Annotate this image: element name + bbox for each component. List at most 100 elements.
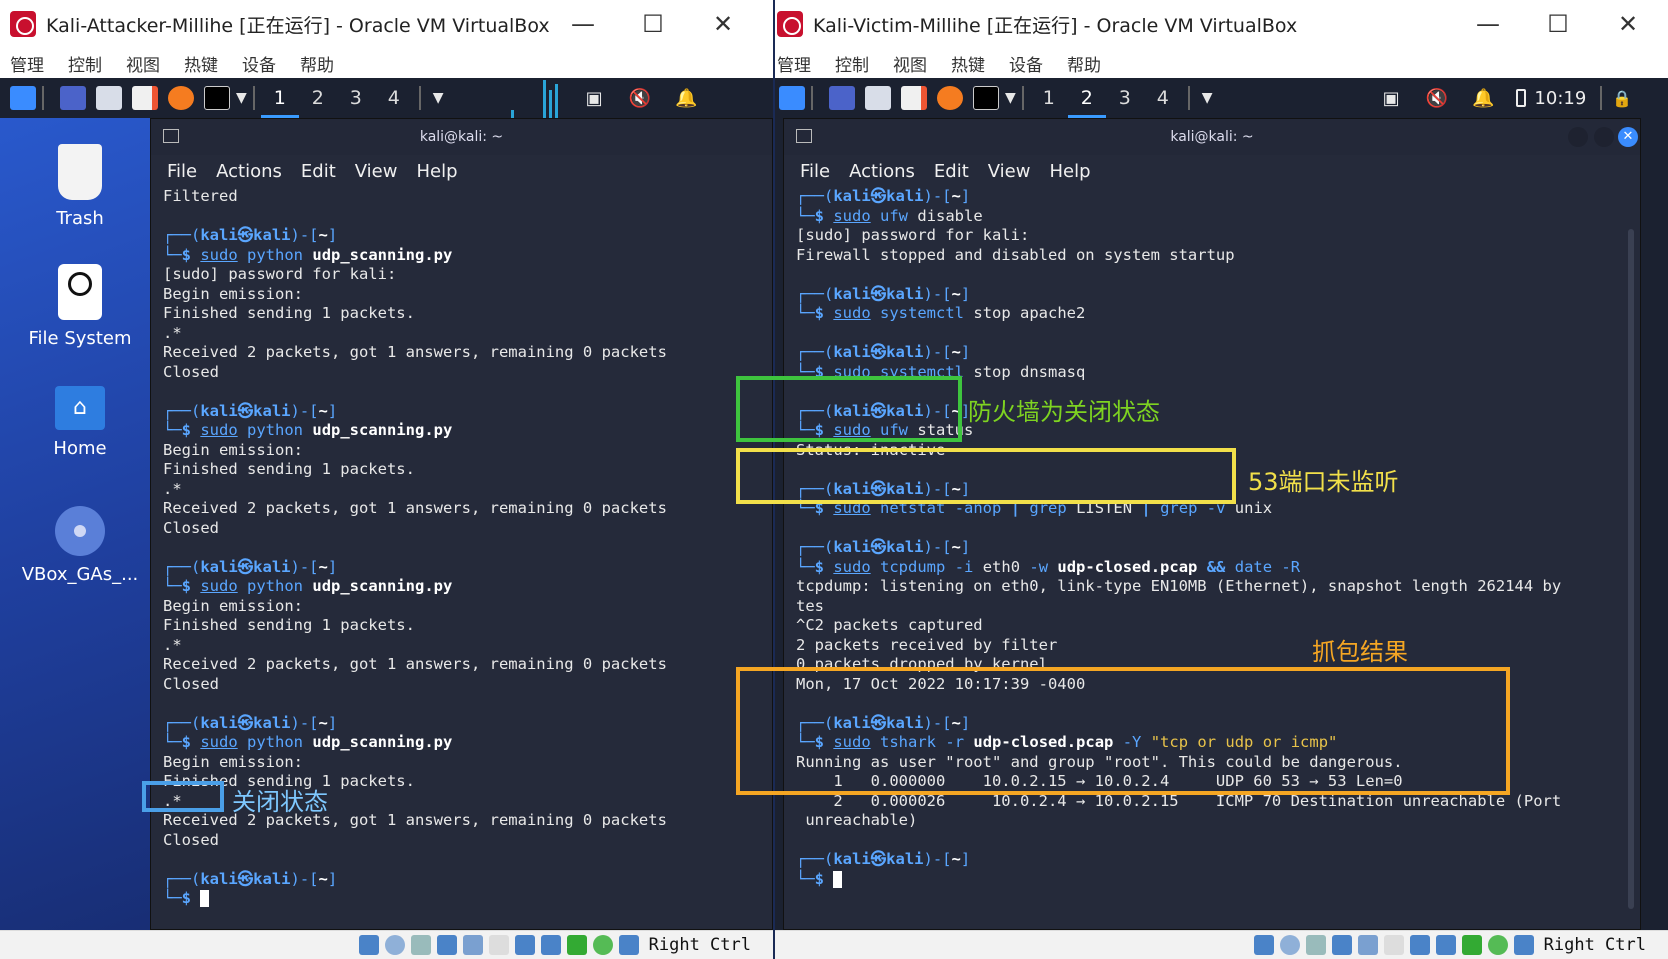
close-icon[interactable]: ✕	[1593, 10, 1663, 38]
workspace-3[interactable]: 3	[1106, 78, 1144, 118]
firefox-icon[interactable]	[168, 86, 194, 110]
terminal-menu-edit[interactable]: Edit	[934, 161, 969, 182]
menu-item-control[interactable]: 控制	[835, 51, 869, 76]
usb-icon[interactable]	[462, 935, 483, 955]
menu-item-help[interactable]: 帮助	[300, 51, 334, 76]
window-controls: — ☐ ✕	[1453, 0, 1663, 48]
workspace-2[interactable]: 2	[1067, 78, 1106, 118]
desktop-icon-vbox-gas[interactable]: VBox_GAs_...	[14, 506, 146, 585]
chevron-down-icon[interactable]: ▼	[433, 90, 444, 106]
maximize-icon[interactable]: ☐	[618, 10, 688, 38]
display-icon[interactable]: ▣	[1383, 88, 1400, 109]
desktop-icon-home[interactable]: ⌂ Home	[14, 386, 146, 459]
close-icon[interactable]: ✕	[688, 10, 758, 38]
close-icon[interactable]: ✕	[1618, 127, 1638, 147]
terminal-menu-help[interactable]: Help	[1049, 161, 1090, 182]
hdd-icon[interactable]	[1253, 935, 1274, 955]
hdd-icon[interactable]	[358, 935, 379, 955]
menu-item-view[interactable]: 视图	[126, 51, 160, 76]
minimize-icon[interactable]	[1568, 127, 1588, 147]
text-editor-icon[interactable]	[901, 86, 927, 110]
kali-menu-icon[interactable]	[10, 86, 36, 110]
audio-icon[interactable]	[1305, 935, 1326, 955]
cpu-icon[interactable]	[566, 935, 587, 955]
guest-additions-icon[interactable]	[1487, 935, 1508, 955]
guest-additions-icon[interactable]	[592, 935, 613, 955]
network-icon[interactable]	[436, 935, 457, 955]
desktop-icon-trash[interactable]: Trash	[14, 144, 146, 229]
terminal-titlebar[interactable]: kali@kali: ~ ✕	[784, 119, 1640, 155]
video-capture-icon[interactable]	[1435, 935, 1456, 955]
menu-item-devices[interactable]: 设备	[242, 51, 276, 76]
notification-bell-icon[interactable]: 🔔	[675, 88, 697, 109]
menu-item-manage[interactable]: 管理	[10, 51, 44, 76]
keyboard-capture-icon[interactable]	[1513, 935, 1534, 955]
lock-screen-icon[interactable]: 🔒	[1612, 89, 1632, 108]
terminal-menu-help[interactable]: Help	[416, 161, 457, 182]
workspace-3[interactable]: 3	[337, 78, 375, 118]
minimize-icon[interactable]: —	[548, 10, 618, 38]
battery-icon[interactable]	[1516, 89, 1527, 107]
cpu-icon[interactable]	[1461, 935, 1482, 955]
text-editor-icon[interactable]	[132, 86, 158, 110]
display-icon[interactable]	[514, 935, 535, 955]
workspace-4[interactable]: 4	[375, 78, 413, 118]
vbox-menubar: 管理 控制 视图 热键 设备 帮助	[0, 48, 773, 78]
workspace-2[interactable]: 2	[299, 78, 337, 118]
scrollbar[interactable]	[1628, 229, 1634, 909]
maximize-icon[interactable]	[1594, 127, 1614, 147]
optical-drive-icon[interactable]	[384, 935, 405, 955]
terminal-icon[interactable]	[204, 86, 230, 110]
show-desktop-icon[interactable]	[829, 86, 855, 110]
minimize-icon[interactable]: —	[1453, 10, 1523, 38]
panel-clock[interactable]: 10:19	[1534, 88, 1586, 109]
workspace-1[interactable]: 1	[260, 78, 299, 118]
menu-item-devices[interactable]: 设备	[1009, 51, 1043, 76]
shared-folder-icon[interactable]	[1383, 935, 1404, 955]
workspace-1[interactable]: 1	[1030, 78, 1068, 118]
terminal-menu-view[interactable]: View	[988, 161, 1031, 182]
chevron-down-icon[interactable]: ▼	[1005, 90, 1016, 106]
terminal-icon[interactable]	[973, 86, 999, 110]
menu-item-manage[interactable]: 管理	[777, 51, 811, 76]
notification-bell-icon[interactable]: 🔔	[1472, 88, 1494, 109]
menu-item-view[interactable]: 视图	[893, 51, 927, 76]
command-token: sudo	[200, 245, 238, 264]
menu-item-hotkey[interactable]: 热键	[184, 51, 218, 76]
optical-drive-icon[interactable]	[1279, 935, 1300, 955]
menu-item-control[interactable]: 控制	[68, 51, 102, 76]
kali-menu-icon[interactable]	[779, 86, 805, 110]
display-icon[interactable]: ▣	[586, 88, 603, 109]
display-icon[interactable]	[1409, 935, 1430, 955]
terminal-window[interactable]: kali@kali: ~ ✕ File Actions Edit View He…	[783, 118, 1641, 930]
desktop-icon-filesystem[interactable]: File System	[14, 264, 146, 349]
audio-icon[interactable]	[410, 935, 431, 955]
usb-icon[interactable]	[1357, 935, 1378, 955]
chevron-down-icon[interactable]: ▼	[1202, 90, 1213, 106]
mute-icon[interactable]: 🔇	[629, 88, 651, 109]
file-manager-icon[interactable]	[96, 86, 122, 110]
terminal-menu-actions[interactable]: Actions	[216, 161, 282, 182]
terminal-output[interactable]: ┌──(kali㉿kali)-[~] └─$ sudo ufw disable [s…	[784, 187, 1640, 889]
terminal-titlebar[interactable]: kali@kali: ~	[151, 119, 772, 155]
terminal-menu-file[interactable]: File	[167, 161, 197, 182]
file-manager-icon[interactable]	[865, 86, 891, 110]
chevron-down-icon[interactable]: ▼	[236, 90, 247, 106]
mute-icon[interactable]: 🔇	[1426, 88, 1448, 109]
terminal-menu-edit[interactable]: Edit	[301, 161, 336, 182]
menu-item-help[interactable]: 帮助	[1067, 51, 1101, 76]
workspace-4[interactable]: 4	[1144, 78, 1182, 118]
shared-folder-icon[interactable]	[488, 935, 509, 955]
network-icon[interactable]	[1331, 935, 1352, 955]
terminal-menu-view[interactable]: View	[355, 161, 398, 182]
keyboard-capture-icon[interactable]	[618, 935, 639, 955]
menu-item-hotkey[interactable]: 热键	[951, 51, 985, 76]
maximize-icon[interactable]: ☐	[1523, 10, 1593, 38]
firefox-icon[interactable]	[937, 86, 963, 110]
show-desktop-icon[interactable]	[60, 86, 86, 110]
video-capture-icon[interactable]	[540, 935, 561, 955]
terminal-menu-file[interactable]: File	[800, 161, 830, 182]
terminal-menu-actions[interactable]: Actions	[849, 161, 915, 182]
